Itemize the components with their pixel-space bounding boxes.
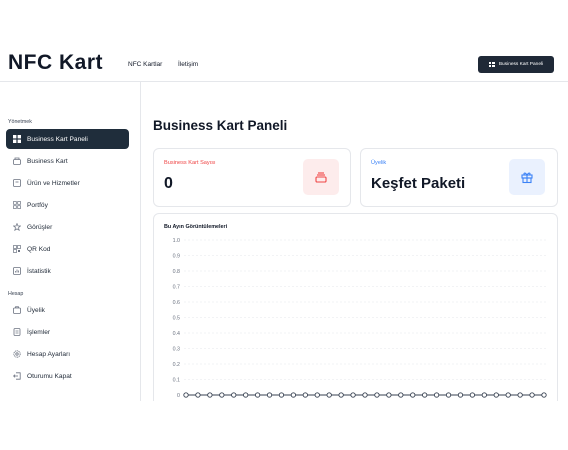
sidebar-item-label: İstatistik	[27, 267, 51, 275]
dashboard-icon	[488, 61, 495, 68]
card-label: Business Kart Sayısı	[164, 160, 216, 166]
data-point[interactable]	[445, 392, 452, 398]
data-point[interactable]	[422, 392, 428, 398]
sidebar-item-business-kart-paneli[interactable]: Business Kart Paneli	[6, 129, 129, 149]
box-icon	[13, 179, 21, 187]
data-point[interactable]	[529, 392, 535, 398]
y-tick-label: 1.0	[173, 238, 180, 244]
sidebar-item-istatistik[interactable]: İstatistik	[6, 261, 129, 281]
views-line-chart: 1.0 0.9 0.8 0.7 0.6 0.5 0.4 0.3 0.2 0.1 0	[173, 238, 547, 399]
sidebar-item-portfoy[interactable]: Portföy	[6, 195, 129, 215]
card-value: 0	[164, 175, 173, 192]
data-point[interactable]	[374, 392, 380, 398]
card-label: Üyelik	[371, 160, 387, 166]
data-point[interactable]	[183, 392, 189, 398]
data-point[interactable]	[541, 392, 547, 398]
y-tick-label: 0.2	[173, 362, 180, 368]
data-point[interactable]	[302, 392, 308, 398]
data-point[interactable]	[243, 392, 249, 398]
brand-logo[interactable]: NFC Kart	[8, 51, 103, 75]
sidebar-item-label: Portföy	[27, 201, 48, 209]
data-point[interactable]	[338, 392, 344, 398]
gift-icon	[509, 159, 545, 195]
data-point[interactable]	[195, 392, 201, 398]
data-point[interactable]	[433, 392, 440, 398]
transactions-icon	[13, 328, 21, 336]
sidebar-item-label: Business Kart	[27, 157, 68, 165]
card-icon	[13, 157, 21, 165]
dashboard-icon	[13, 135, 21, 143]
sidebar-item-oturumu-kapat[interactable]: Oturumu Kapat	[6, 366, 129, 386]
sidebar-item-label: Business Kart Paneli	[27, 135, 88, 143]
data-point[interactable]	[457, 392, 464, 398]
sidebar-item-label: Oturumu Kapat	[27, 372, 72, 380]
qr-icon	[13, 245, 21, 253]
page-title: Business Kart Paneli	[153, 118, 288, 133]
business-panel-button[interactable]: Business Kart Paneli	[478, 56, 554, 73]
logout-icon	[13, 372, 21, 380]
data-point[interactable]	[326, 392, 332, 398]
data-point[interactable]	[278, 392, 285, 398]
sidebar-section-title-account: Hesap	[8, 291, 24, 297]
nav-link-nfc-kartlar[interactable]: NFC Kartlar	[128, 61, 162, 68]
data-point[interactable]	[362, 392, 368, 398]
sidebar-item-label: Hesap Ayarları	[27, 350, 71, 358]
stack-icon	[303, 159, 339, 195]
membership-icon	[13, 306, 21, 314]
sidebar-item-label: QR Kod	[27, 245, 51, 253]
top-navbar: NFC Kart NFC Kartlar İletişim Business K…	[0, 31, 568, 82]
data-point[interactable]	[493, 392, 499, 398]
sidebar: Yönetmek Business Kart Paneli Business K…	[0, 82, 141, 401]
data-point[interactable]	[219, 392, 225, 398]
sidebar-item-label: Üyelik	[27, 306, 45, 314]
business-card-count-card: Business Kart Sayısı 0	[153, 148, 351, 207]
y-tick-label: 0.6	[173, 300, 180, 306]
data-point[interactable]	[350, 392, 356, 398]
y-tick-label: 0.5	[173, 315, 180, 321]
y-tick-label: 0.8	[173, 269, 180, 275]
data-point[interactable]	[469, 392, 476, 398]
data-point[interactable]	[386, 392, 392, 398]
sidebar-item-gorusler[interactable]: Görüşler	[6, 217, 129, 237]
membership-card: Üyelik Keşfet Paketi	[360, 148, 558, 207]
data-point[interactable]	[314, 392, 320, 398]
y-tick-label: 0.7	[173, 284, 180, 290]
y-tick-label: 0.3	[173, 346, 180, 352]
sidebar-item-label: Ürün ve Hizmetler	[27, 179, 80, 187]
chart-icon	[13, 267, 21, 275]
star-icon	[13, 223, 21, 231]
nav-link-iletisim[interactable]: İletişim	[178, 61, 198, 68]
sidebar-item-label: Görüşler	[27, 223, 53, 231]
app-window: NFC Kart NFC Kartlar İletişim Business K…	[0, 31, 568, 401]
settings-icon	[13, 350, 21, 358]
data-point[interactable]	[410, 392, 416, 398]
business-panel-button-label: Business Kart Paneli	[498, 62, 544, 67]
y-tick-label: 0.1	[173, 377, 180, 383]
sidebar-item-business-kart[interactable]: Business Kart	[6, 151, 129, 171]
data-point[interactable]	[254, 392, 261, 398]
data-point[interactable]	[231, 392, 237, 398]
data-point[interactable]	[398, 392, 404, 398]
y-tick-label: 0	[177, 393, 180, 399]
sidebar-item-label: İşlemler	[27, 328, 51, 336]
data-point[interactable]	[266, 392, 273, 398]
data-point[interactable]	[505, 392, 511, 398]
y-tick-label: 0.4	[173, 331, 180, 337]
sidebar-item-hesap-ayarlari[interactable]: Hesap Ayarları	[6, 344, 129, 364]
data-point[interactable]	[517, 392, 523, 398]
y-tick-label: 0.9	[173, 253, 180, 259]
data-point[interactable]	[207, 392, 213, 398]
views-chart-card: Bu Ayın Görüntülemeleri 1.0 0.9 0.8 0.7 0.6 0…	[153, 213, 558, 401]
data-point[interactable]	[290, 392, 297, 398]
sidebar-item-uyelik[interactable]: Üyelik	[6, 300, 129, 320]
sidebar-item-qr-kod[interactable]: QR Kod	[6, 239, 129, 259]
data-point[interactable]	[481, 392, 487, 398]
grid-icon	[13, 201, 21, 209]
card-value: Keşfet Paketi	[371, 175, 466, 192]
sidebar-item-islemler[interactable]: İşlemler	[6, 322, 129, 342]
sidebar-item-urun-ve-hizmetler[interactable]: Ürün ve Hizmetler	[6, 173, 129, 193]
sidebar-section-title-manage: Yönetmek	[8, 119, 32, 125]
